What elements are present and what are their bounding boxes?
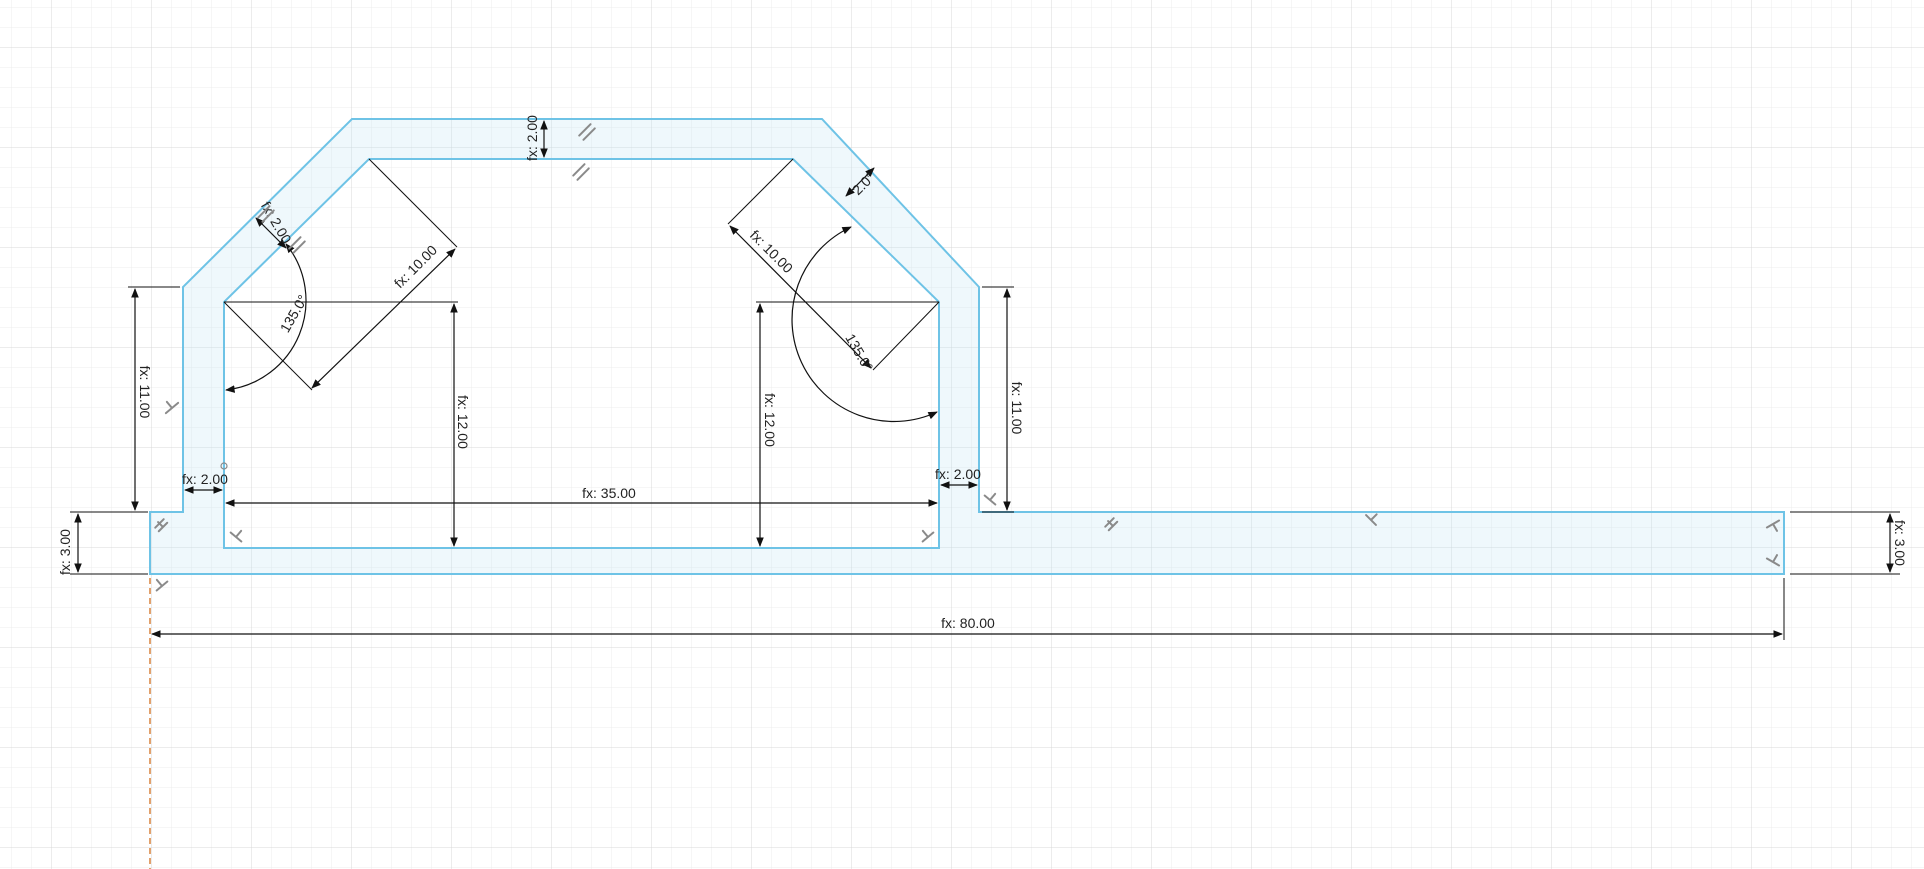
dim-inner-width-label: fx: 35.00 [582,485,636,501]
dim-left-wall-label: fx: 2.00 [182,471,228,487]
dim-right-flange-label: fx: 3.00 [1892,520,1908,566]
dim-left-height-label: fx: 11.00 [137,366,153,419]
dim-right-inner-height-label: fx: 12.00 [762,393,778,447]
dim-left-flange-label: fx: 3.00 [57,529,73,575]
dim-right-wall-label: fx: 2.00 [935,466,981,482]
dim-top-thickness-label: fx: 2.00 [524,115,540,161]
dim-total-width-label: fx: 80.00 [941,615,995,631]
sketch-canvas[interactable]: fx: 80.00 fx: 35.00 fx: 11.00 fx: 11.00 … [0,0,1924,869]
dim-left-inner-height-label: fx: 12.00 [455,395,471,449]
dim-right-height-label: fx: 11.00 [1009,382,1025,435]
